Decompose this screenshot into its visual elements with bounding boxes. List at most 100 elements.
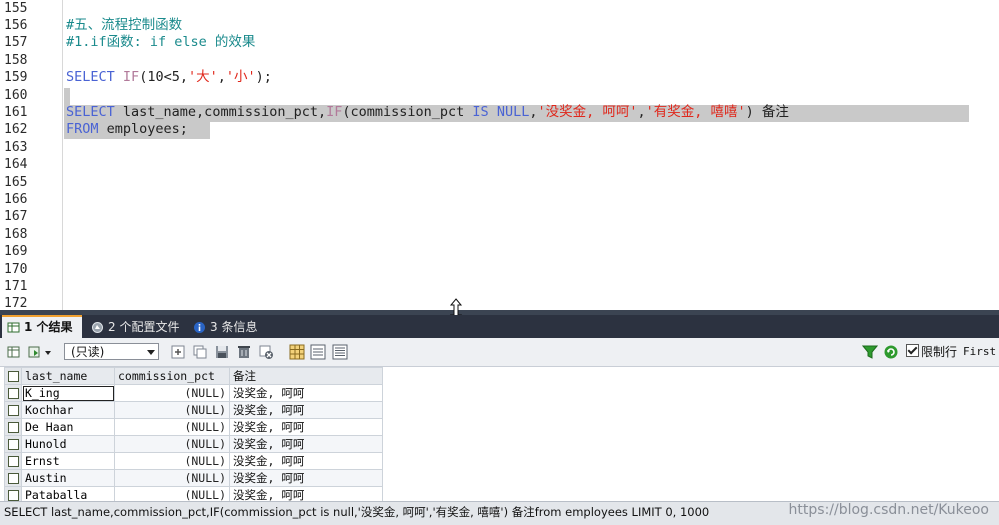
row-selector[interactable] [4,384,22,402]
profile-icon [92,322,103,333]
comment-line: #1.if函数: if else 的效果 [66,34,256,50]
line-number: 166 [4,192,28,207]
line-number: 164 [4,157,28,172]
row-checkbox[interactable] [7,422,19,433]
row-checkbox[interactable] [7,490,19,501]
tab-profiles[interactable]: 2 个配置文件 [86,317,184,338]
column-header[interactable]: last_name [21,367,115,385]
cell-remark[interactable]: 没奖金, 呵呵 [229,435,383,453]
code-rest: employees; [98,121,188,137]
result-grid[interactable]: last_name commission_pct 备注 K_ing (NULL)… [0,367,999,501]
row-checkbox[interactable] [7,371,19,382]
grid-view-icon[interactable] [289,344,305,360]
cell-remark[interactable]: 没奖金, 呵呵 [229,401,383,419]
line-number: 162 [4,122,28,137]
line-number: 159 [4,70,28,85]
result-tabs: 1 个结果 2 个配置文件 3 条信息 [0,315,999,338]
string-literal: '没奖金, 呵呵' [537,104,638,120]
code-end: ) 备注 [745,104,789,120]
column-header[interactable]: 备注 [229,367,383,385]
row-selector[interactable] [4,486,22,501]
row-selector[interactable] [4,469,22,487]
sql-editor[interactable]: 155 156 157 158 159 160 161 162 163 164 … [0,0,999,310]
insert-row-icon[interactable] [170,344,186,360]
row-selector[interactable] [4,401,22,419]
cell-remark[interactable]: 没奖金, 呵呵 [229,452,383,470]
tab-results[interactable]: 1 个结果 [2,315,82,338]
tab-messages[interactable]: 3 条信息 [188,317,260,338]
cell-commission-pct[interactable]: (NULL) [114,435,230,453]
cell-commission-pct[interactable]: (NULL) [114,469,230,487]
cell-last-name[interactable]: Kochhar [21,401,115,419]
info-icon [194,322,205,333]
result-mode-select[interactable]: (只读) [64,343,159,360]
result-toolbar: (只读) 限制行 First [0,338,999,367]
cancel-changes-icon[interactable] [258,344,274,360]
code-args: (10<5, [139,69,188,85]
cell-remark[interactable]: 没奖金, 呵呵 [229,469,383,487]
keyword: SELECT [66,69,115,85]
filter-icon[interactable] [862,344,878,360]
line-number: 163 [4,140,28,155]
chevron-down-icon[interactable] [44,344,52,360]
table-row[interactable]: De Haan (NULL) 没奖金, 呵呵 [4,418,383,436]
row-checkbox[interactable] [7,456,19,467]
row-selector[interactable] [4,418,22,436]
first-row-label: First [963,345,997,358]
line-number: 158 [4,53,28,68]
cell-remark[interactable]: 没奖金, 呵呵 [229,486,383,501]
row-selector[interactable] [4,452,22,470]
table-row[interactable]: Kochhar (NULL) 没奖金, 呵呵 [4,401,383,419]
cell-last-name[interactable]: De Haan [21,418,115,436]
export-icon[interactable] [6,344,22,360]
cell-last-name[interactable]: Austin [21,469,115,487]
line-number: 171 [4,279,28,294]
table-row[interactable]: Austin (NULL) 没奖金, 呵呵 [4,469,383,487]
row-checkbox[interactable] [7,439,19,450]
code-line-161: SELECT last_name,commission_pct,IF(commi… [66,104,789,121]
row-selector[interactable] [4,435,22,453]
delete-icon[interactable] [236,344,252,360]
result-table: last_name commission_pct 备注 K_ing (NULL)… [4,367,383,501]
code-columns: last_name,commission_pct, [114,104,327,120]
cell-remark[interactable]: 没奖金, 呵呵 [229,384,383,402]
function-name: IF [326,104,343,120]
save-icon[interactable] [214,344,230,360]
row-checkbox[interactable] [7,405,19,416]
limit-rows-checkbox[interactable] [906,344,919,357]
refresh-icon[interactable] [883,344,899,360]
table-row[interactable]: Ernst (NULL) 没奖金, 呵呵 [4,452,383,470]
duplicate-row-icon[interactable] [192,344,208,360]
cell-commission-pct[interactable]: (NULL) [114,384,230,402]
cell-commission-pct[interactable]: (NULL) [114,486,230,501]
string-literal: '小' [225,69,256,85]
limit-rows-toggle[interactable]: 限制行 [906,344,957,360]
cell-commission-pct[interactable]: (NULL) [114,401,230,419]
table-row[interactable]: Hunold (NULL) 没奖金, 呵呵 [4,435,383,453]
code-end: ); [255,69,272,85]
table-row[interactable]: Pataballa (NULL) 没奖金, 呵呵 [4,486,383,501]
cell-last-name[interactable]: K_ing [21,384,115,402]
cell-last-name[interactable]: Ernst [21,452,115,470]
cell-last-name[interactable]: Hunold [21,435,115,453]
line-number: 165 [4,175,28,190]
row-checkbox[interactable] [7,473,19,484]
column-header[interactable]: commission_pct [114,367,230,385]
executed-query-text: SELECT last_name,commission_pct,IF(commi… [4,505,710,519]
code-arg: (commission_pct [342,104,473,120]
line-number: 156 [4,18,28,33]
cell-remark[interactable]: 没奖金, 呵呵 [229,418,383,436]
text-view-icon[interactable] [332,344,348,360]
cell-last-name[interactable]: Pataballa [21,486,115,501]
tab-label: 1 个结果 [24,320,73,334]
function-name: IF [122,69,140,85]
table-row[interactable]: K_ing (NULL) 没奖金, 呵呵 [4,384,383,402]
tab-label: 3 条信息 [210,320,258,334]
line-number: 172 [4,296,28,310]
cell-commission-pct[interactable]: (NULL) [114,452,230,470]
cell-commission-pct[interactable]: (NULL) [114,418,230,436]
form-view-icon[interactable] [310,344,326,360]
import-icon[interactable] [27,344,43,360]
row-checkbox[interactable] [7,388,19,399]
select-all-cell[interactable] [4,367,22,385]
